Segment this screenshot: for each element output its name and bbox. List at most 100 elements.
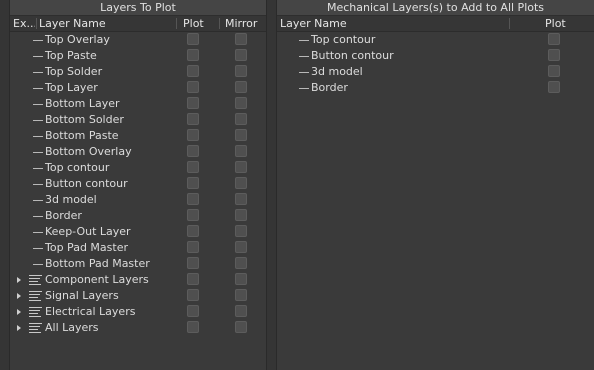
layers-to-plot-panel: Layers To Plot Ex... Layer Name Plot Mir… — [9, 0, 267, 370]
expand-arrow-icon[interactable] — [17, 309, 21, 315]
column-separator[interactable] — [509, 18, 510, 29]
layer-line-icon — [33, 40, 43, 41]
layer-row[interactable]: Top Overlay — [10, 32, 266, 48]
column-separator[interactable] — [36, 18, 37, 29]
layer-row[interactable]: Button contour — [10, 176, 266, 192]
layer-row[interactable]: Bottom Overlay — [10, 144, 266, 160]
plot-checkbox[interactable] — [187, 129, 199, 141]
layer-group-row[interactable]: Signal Layers — [10, 288, 266, 304]
mirror-checkbox[interactable] — [235, 241, 247, 253]
layer-name-column-header[interactable]: Layer Name — [39, 16, 169, 31]
layer-row[interactable]: 3d model — [10, 192, 266, 208]
plot-checkbox[interactable] — [187, 49, 199, 61]
layer-row[interactable]: Top Pad Master — [10, 240, 266, 256]
plot-column-header[interactable]: Plot — [545, 16, 575, 31]
layer-row[interactable]: Bottom Pad Master — [10, 256, 266, 272]
mirror-checkbox[interactable] — [235, 65, 247, 77]
mirror-checkbox[interactable] — [235, 129, 247, 141]
plot-checkbox[interactable] — [187, 65, 199, 77]
layer-group-row[interactable]: Electrical Layers — [10, 304, 266, 320]
layer-line-icon — [33, 104, 43, 105]
layer-row[interactable]: Bottom Paste — [10, 128, 266, 144]
mirror-checkbox[interactable] — [235, 305, 247, 317]
mirror-checkbox[interactable] — [235, 113, 247, 125]
layer-row[interactable]: Top contour — [10, 160, 266, 176]
plot-checkbox[interactable] — [187, 81, 199, 93]
layer-row[interactable]: Border — [10, 208, 266, 224]
layers-to-plot-list: Top Overlay Top Paste Top Solder Top Layer B… — [10, 32, 266, 336]
layer-name: Bottom Overlay — [45, 145, 132, 158]
plot-checkbox[interactable] — [187, 33, 199, 45]
mirror-checkbox[interactable] — [235, 209, 247, 221]
mirror-checkbox[interactable] — [235, 49, 247, 61]
mechanical-layer-row[interactable]: Button contour — [277, 48, 594, 64]
plot-checkbox[interactable] — [187, 257, 199, 269]
mechanical-layer-row[interactable]: Top contour — [277, 32, 594, 48]
layer-line-icon — [33, 56, 43, 57]
layer-name: Border — [311, 81, 348, 94]
layer-line-icon — [33, 248, 43, 249]
expand-column-header[interactable]: Ex... — [13, 16, 35, 31]
mirror-checkbox[interactable] — [235, 257, 247, 269]
plot-checkbox[interactable] — [187, 225, 199, 237]
layer-name: 3d model — [311, 65, 363, 78]
layer-row[interactable]: Top Layer — [10, 80, 266, 96]
layer-name: Top Pad Master — [45, 241, 128, 254]
layers-to-plot-title: Layers To Plot — [10, 0, 266, 16]
layer-row[interactable]: Bottom Solder — [10, 112, 266, 128]
mirror-checkbox[interactable] — [235, 289, 247, 301]
layer-row[interactable]: Top Paste — [10, 48, 266, 64]
plot-column-header[interactable]: Plot — [183, 16, 213, 31]
plot-checkbox[interactable] — [187, 113, 199, 125]
plot-checkbox[interactable] — [187, 273, 199, 285]
plot-checkbox[interactable] — [187, 241, 199, 253]
plot-checkbox[interactable] — [187, 305, 199, 317]
layer-name: Top Layer — [45, 81, 98, 94]
plot-checkbox[interactable] — [187, 177, 199, 189]
expand-arrow-icon[interactable] — [17, 293, 21, 299]
mechanical-layer-row[interactable]: Border — [277, 80, 594, 96]
mirror-checkbox[interactable] — [235, 193, 247, 205]
layer-name-column-header[interactable]: Layer Name — [280, 16, 480, 31]
mirror-checkbox[interactable] — [235, 81, 247, 93]
plot-checkbox[interactable] — [187, 209, 199, 221]
layer-line-icon — [33, 72, 43, 73]
mirror-checkbox[interactable] — [235, 273, 247, 285]
mechanical-layers-list: Top contour Button contour 3d model Border — [277, 32, 594, 96]
plot-checkbox[interactable] — [187, 161, 199, 173]
mirror-column-header[interactable]: Mirror — [225, 16, 265, 31]
column-separator[interactable] — [219, 18, 220, 29]
mirror-checkbox[interactable] — [235, 225, 247, 237]
mirror-checkbox[interactable] — [235, 145, 247, 157]
plot-checkbox[interactable] — [548, 81, 560, 93]
plot-checkbox[interactable] — [187, 145, 199, 157]
mechanical-layers-panel: Mechanical Layers(s) to Add to All Plots… — [276, 0, 594, 370]
expand-arrow-icon[interactable] — [17, 325, 21, 331]
plot-checkbox[interactable] — [187, 321, 199, 333]
layer-row[interactable]: Bottom Layer — [10, 96, 266, 112]
mirror-checkbox[interactable] — [235, 321, 247, 333]
plot-checkbox[interactable] — [187, 97, 199, 109]
plot-checkbox[interactable] — [187, 193, 199, 205]
plot-checkbox[interactable] — [548, 65, 560, 77]
expand-arrow-icon[interactable] — [17, 277, 21, 283]
plot-checkbox[interactable] — [548, 49, 560, 61]
layer-name: Bottom Paste — [45, 129, 119, 142]
mirror-checkbox[interactable] — [235, 177, 247, 189]
column-separator[interactable] — [176, 18, 177, 29]
layer-name: Button contour — [311, 49, 394, 62]
layer-row[interactable]: Top Solder — [10, 64, 266, 80]
layer-row[interactable]: Keep-Out Layer — [10, 224, 266, 240]
layer-name: Button contour — [45, 177, 128, 190]
plot-checkbox[interactable] — [548, 33, 560, 45]
layer-group-row[interactable]: All Layers — [10, 320, 266, 336]
layer-line-icon — [33, 216, 43, 217]
mechanical-layer-row[interactable]: 3d model — [277, 64, 594, 80]
layer-name: Border — [45, 209, 82, 222]
layer-group-icon — [29, 323, 42, 333]
mirror-checkbox[interactable] — [235, 33, 247, 45]
plot-checkbox[interactable] — [187, 289, 199, 301]
layer-group-row[interactable]: Component Layers — [10, 272, 266, 288]
mirror-checkbox[interactable] — [235, 97, 247, 109]
mirror-checkbox[interactable] — [235, 161, 247, 173]
